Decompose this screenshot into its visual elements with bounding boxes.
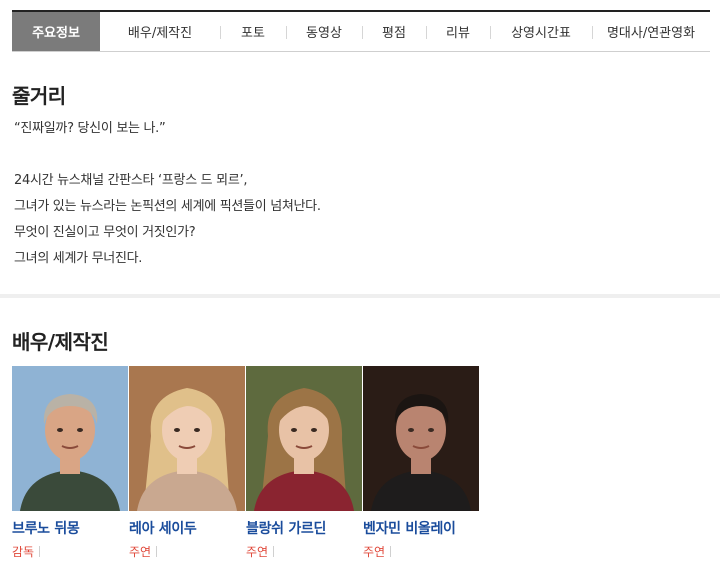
cast-card[interactable]: 브루노 뒤몽감독 <box>12 366 128 560</box>
tab-label: 리뷰 <box>446 26 470 41</box>
cast-card[interactable]: 벤자민 비올레이주연 <box>363 366 479 560</box>
synopsis-line: “진짜일까? 당신이 보는 나.” <box>14 121 166 136</box>
main-tab-bar: 주요정보 배우/제작진 포토 동영상 평점 리뷰 상영시간표 명대사/연관영화 <box>12 10 710 52</box>
tab-3[interactable]: 동영상 <box>286 12 362 51</box>
cast-section-title: 배우/제작진 <box>12 330 109 354</box>
synopsis-line: 그녀의 세계가 무너진다. <box>14 251 143 266</box>
tab-label: 상영시간표 <box>511 26 571 41</box>
synopsis-line: 그녀가 있는 뉴스라는 논픽션의 세계에 픽션들이 넘쳐난다. <box>14 199 321 214</box>
role-separator <box>39 546 41 557</box>
cast-name-link[interactable]: 블랑쉬 가르딘 <box>246 518 362 538</box>
cast-name-link[interactable]: 벤자민 비올레이 <box>363 518 479 538</box>
role-separator <box>156 546 158 557</box>
tab-7[interactable]: 명대사/연관영화 <box>592 12 710 51</box>
cast-role: 주연 <box>363 543 479 560</box>
tab-0[interactable]: 주요정보 <box>12 12 100 51</box>
tab-5[interactable]: 리뷰 <box>426 12 490 51</box>
tab-label: 동영상 <box>306 26 342 41</box>
cast-role: 주연 <box>129 543 245 560</box>
cast-card[interactable]: 레아 세이두주연 <box>129 366 245 560</box>
synopsis-line: 무엇이 진실이고 무엇이 거짓인가? <box>14 225 196 240</box>
tab-label: 명대사/연관영화 <box>606 26 696 41</box>
cast-photo[interactable] <box>363 366 479 511</box>
cast-photo[interactable] <box>129 366 245 511</box>
cast-role: 감독 <box>12 543 128 560</box>
synopsis-text: “진짜일까? 당신이 보는 나.” 24시간 뉴스채널 간판스타 ‘프랑스 드 뫼… <box>14 116 704 272</box>
tab-label: 배우/제작진 <box>127 26 193 41</box>
tab-4[interactable]: 평점 <box>362 12 426 51</box>
tab-label: 포토 <box>241 26 265 41</box>
cast-list: 브루노 뒤몽 감독 레아 세이두 주연 블랑쉬 가르딘 주연 벤자민 비올레이 주연 <box>12 366 480 560</box>
tab-1[interactable]: 배우/제작진 <box>100 12 220 51</box>
cast-name-link[interactable]: 레아 세이두 <box>129 518 245 538</box>
role-separator <box>273 546 275 557</box>
synopsis-title: 줄거리 <box>12 84 66 108</box>
section-divider <box>0 294 720 298</box>
cast-name-link[interactable]: 브루노 뒤몽 <box>12 518 128 538</box>
tab-label: 평점 <box>382 26 406 41</box>
cast-card[interactable]: 블랑쉬 가르딘주연 <box>246 366 362 560</box>
synopsis-line <box>14 142 704 168</box>
tab-2[interactable]: 포토 <box>220 12 286 51</box>
cast-role-label: 감독 <box>12 545 35 559</box>
cast-role-label: 주연 <box>129 545 152 559</box>
cast-role-label: 주연 <box>363 545 386 559</box>
cast-role-label: 주연 <box>246 545 269 559</box>
tab-label: 주요정보 <box>32 26 80 41</box>
cast-role: 주연 <box>246 543 362 560</box>
tab-6[interactable]: 상영시간표 <box>490 12 592 51</box>
cast-photo[interactable] <box>12 366 128 511</box>
role-separator <box>390 546 392 557</box>
synopsis-line: 24시간 뉴스채널 간판스타 ‘프랑스 드 뫼르’, <box>14 173 248 188</box>
cast-photo[interactable] <box>246 366 362 511</box>
